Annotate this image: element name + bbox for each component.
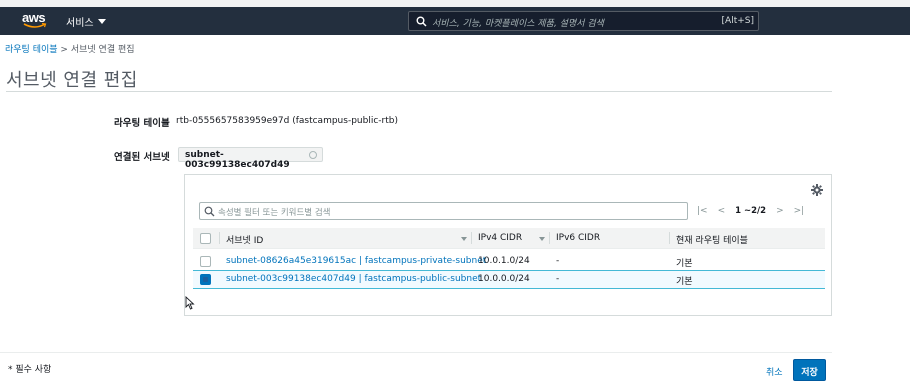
associated-subnet-chip: subnet-003c99138ec407d49: [178, 147, 323, 170]
browser-strip: [0, 0, 910, 7]
route-table-value: rtb-0555657583959e97d (fastcampus-public…: [176, 116, 398, 126]
required-note: * 필수 사항: [8, 365, 52, 375]
smile-arrow-icon: [23, 23, 47, 28]
subnet-id-cell[interactable]: subnet-003c99138ec407d49 | fastcampus-pu…: [226, 274, 481, 284]
breadcrumb-separator: >: [60, 45, 68, 55]
footer-divider: [0, 352, 832, 353]
table-header-row: 서브넷 ID IPv4 CIDR IPv6 CIDR 현재 라우팅 테이블: [193, 228, 825, 249]
first-page-icon[interactable]: |<: [697, 206, 708, 216]
page-count: 1 ~2/2: [735, 206, 767, 216]
title-divider: [6, 91, 832, 92]
column-divider: [549, 232, 550, 244]
global-search-input[interactable]: 서비스, 기능, 마켓플레이스 제품, 설명서 검색 [Alt+S]: [408, 11, 759, 31]
search-placeholder: 서비스, 기능, 마켓플레이스 제품, 설명서 검색: [432, 19, 604, 29]
column-header-ipv6-cidr[interactable]: IPv6 CIDR: [556, 233, 600, 243]
table-filter-input[interactable]: 속성별 필터 또는 키워드별 검색: [199, 202, 688, 220]
next-page-icon[interactable]: >: [776, 206, 784, 216]
column-header-current-route-table[interactable]: 현재 라우팅 테이블: [676, 233, 748, 246]
aws-logo[interactable]: aws: [22, 10, 50, 32]
ipv6-cidr-cell: -: [556, 274, 560, 284]
chip-label: subnet-003c99138ec407d49: [185, 150, 290, 170]
pagination: |< < 1 ~2/2 > >|: [697, 206, 804, 216]
search-shortcut: [Alt+S]: [721, 16, 754, 26]
services-label: 서비스: [66, 18, 94, 29]
row-checkbox[interactable]: [200, 274, 211, 285]
column-divider: [219, 232, 220, 244]
ipv4-cidr-cell: 10.0.0.0/24: [478, 274, 530, 284]
ipv6-cidr-cell: -: [556, 256, 560, 266]
sort-caret-icon[interactable]: [539, 237, 545, 241]
select-all-checkbox[interactable]: [200, 233, 211, 244]
save-button[interactable]: 저장: [793, 359, 826, 381]
breadcrumb-current: 서브넷 연결 편집: [70, 45, 135, 55]
row-checkbox[interactable]: [200, 256, 211, 267]
table-row[interactable]: subnet-08626a45e319615ac | fastcampus-pr…: [193, 252, 825, 271]
sort-caret-icon[interactable]: [461, 237, 467, 241]
subnet-table-panel: 속성별 필터 또는 키워드별 검색 |< < 1 ~2/2 > >| 서브넷 I…: [184, 174, 832, 316]
caret-down-icon: [97, 19, 106, 24]
column-header-subnet-id[interactable]: 서브넷 ID: [226, 233, 263, 246]
breadcrumb: 라우팅 테이블 > 서브넷 연결 편집: [5, 42, 135, 55]
remove-chip-icon[interactable]: [309, 151, 317, 159]
column-header-ipv4-cidr[interactable]: IPv4 CIDR: [478, 233, 522, 243]
table-row[interactable]: subnet-003c99138ec407d49 | fastcampus-pu…: [193, 270, 825, 289]
top-nav-bar: aws 서비스 서비스, 기능, 마켓플레이스 제품, 설명서 검색 [Alt+…: [0, 0, 910, 35]
filter-placeholder: 속성별 필터 또는 키워드별 검색: [218, 208, 331, 218]
search-icon: [204, 206, 215, 217]
page-title: 서브넷 연결 편집: [6, 70, 138, 91]
mouse-cursor-icon: [185, 296, 195, 310]
associated-subnets-label: 연결된 서브넷: [114, 152, 170, 163]
breadcrumb-route-tables-link[interactable]: 라우팅 테이블: [5, 45, 58, 55]
route-table-cell: 기본: [676, 259, 693, 269]
subnet-id-cell[interactable]: subnet-08626a45e319615ac | fastcampus-pr…: [226, 256, 486, 266]
route-table-cell: 기본: [676, 277, 693, 287]
services-menu[interactable]: 서비스: [66, 14, 106, 29]
column-divider: [669, 232, 670, 244]
route-table-label: 라우팅 테이블: [114, 118, 170, 129]
prev-page-icon[interactable]: <: [718, 206, 726, 216]
cancel-button[interactable]: 취소: [766, 365, 783, 378]
gear-icon[interactable]: [811, 184, 823, 196]
search-icon: [416, 16, 427, 27]
ipv4-cidr-cell: 10.0.1.0/24: [478, 256, 530, 266]
column-divider: [471, 232, 472, 244]
last-page-icon[interactable]: >|: [794, 206, 805, 216]
